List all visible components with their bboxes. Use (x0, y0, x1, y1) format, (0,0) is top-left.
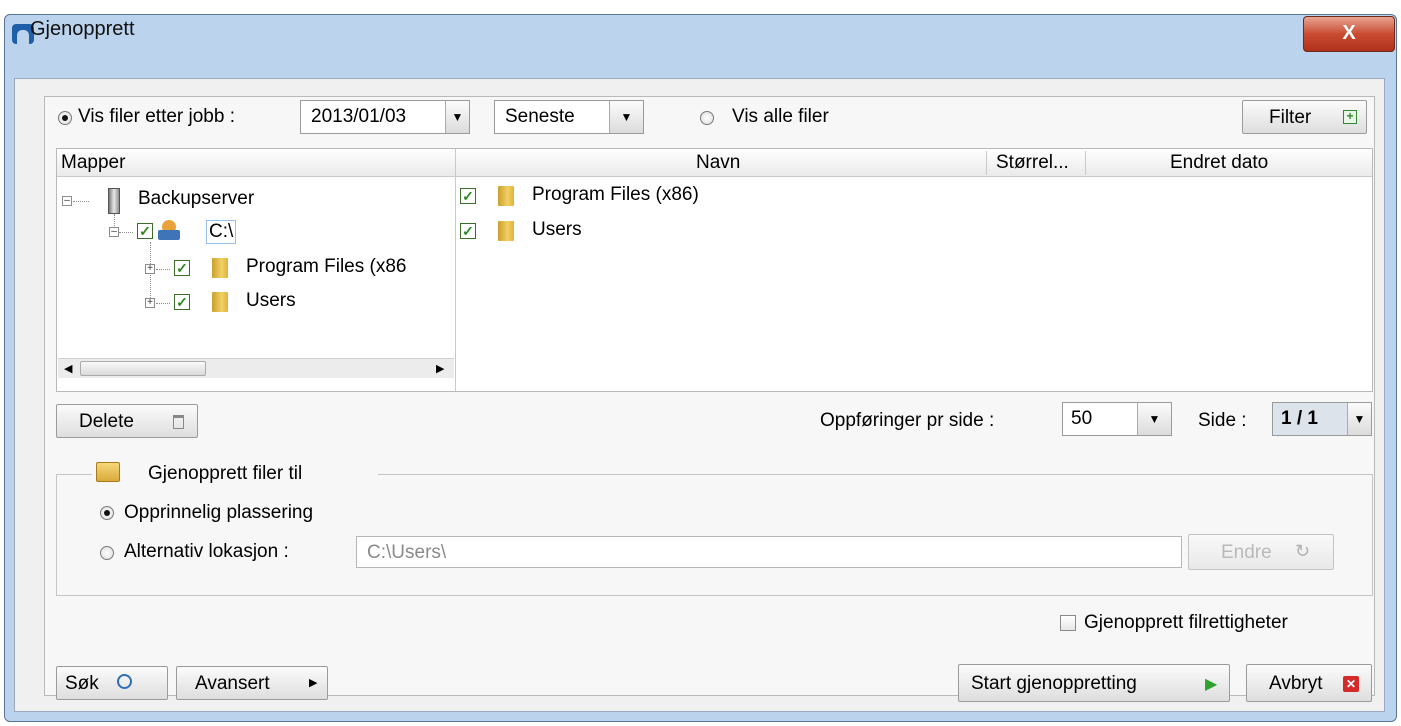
version-combo[interactable]: Seneste ▼ (494, 100, 644, 134)
drive-icon (158, 220, 180, 242)
tree-item-program-files[interactable]: Program Files (x86 (246, 256, 407, 278)
column-size[interactable]: Størrel... (996, 152, 1069, 174)
scroll-left-icon[interactable]: ◀ (64, 362, 72, 375)
tree-expand-toggle[interactable]: + (145, 264, 155, 274)
filter-button[interactable]: Filter + (1242, 100, 1367, 134)
drive-checkbox[interactable]: ✓ (137, 223, 153, 239)
alternate-location-label: Alternativ lokasjon : (124, 541, 289, 562)
page-value: 1 / 1 (1281, 408, 1318, 429)
per-page-combo[interactable]: 50 ▼ (1062, 402, 1172, 436)
play-icon: ▶ (1205, 676, 1218, 693)
chevron-down-icon: ▼ (1137, 403, 1171, 435)
cancel-label: Avbryt (1269, 673, 1323, 694)
change-button[interactable]: Endre ↻ (1188, 534, 1334, 570)
tree-item-users[interactable]: Users (246, 290, 296, 312)
tree-horizontal-scrollbar[interactable]: ◀ ▶ (58, 358, 454, 378)
restore-destination-group (56, 474, 1373, 596)
alternate-location-input[interactable]: C:\Users\ (356, 536, 1182, 568)
change-label: Endre (1221, 542, 1272, 563)
tree-collapse-toggle[interactable]: – (109, 227, 119, 237)
permissions-label: Gjenopprett filrettigheter (1084, 612, 1288, 633)
tree-drive-label[interactable]: C:\ (206, 220, 237, 244)
delete-button[interactable]: Delete (56, 404, 198, 438)
close-icon: X (1342, 22, 1356, 44)
chevron-down-icon: ▼ (445, 101, 469, 133)
by-job-radio[interactable] (58, 111, 72, 125)
chevron-down-icon: ▼ (1347, 403, 1371, 435)
filter-label: Filter (1269, 107, 1312, 128)
folder-open-icon (96, 462, 120, 482)
program-files-tree-checkbox[interactable]: ✓ (174, 260, 190, 276)
chevron-down-icon: ▼ (609, 101, 643, 133)
arrow-right-icon: ▶ (309, 677, 318, 689)
close-button[interactable]: X (1303, 16, 1395, 52)
start-restore-button[interactable]: Start gjenoppretting ▶ (958, 664, 1230, 702)
advanced-label: Avansert (195, 673, 270, 694)
scroll-right-icon[interactable]: ▶ (436, 362, 444, 375)
page-label: Side : (1198, 410, 1247, 431)
folder-icon (498, 221, 514, 241)
file-row-name[interactable]: Users (532, 219, 582, 241)
folder-icon (498, 186, 514, 206)
original-location-radio[interactable] (100, 506, 114, 520)
group-title: Gjenopprett filer til (148, 463, 303, 484)
trash-icon (173, 415, 184, 429)
tree-collapse-toggle[interactable]: – (62, 196, 72, 206)
folder-icon (212, 258, 228, 278)
alternate-location-radio[interactable] (100, 546, 114, 560)
scrollbar-thumb[interactable] (80, 361, 206, 376)
tree-server-label[interactable]: Backupserver (138, 188, 254, 210)
folder-icon (212, 292, 228, 312)
page-combo[interactable]: 1 / 1 ▼ (1272, 402, 1372, 436)
server-icon (108, 188, 120, 214)
users-tree-checkbox[interactable]: ✓ (174, 294, 190, 310)
per-page-value: 50 (1071, 408, 1093, 429)
permissions-checkbox[interactable] (1060, 615, 1076, 631)
alternate-location-value: C:\Users\ (367, 542, 447, 563)
search-label: Søk (65, 673, 99, 694)
all-files-label: Vis alle filer (732, 106, 829, 127)
tree-header-label: Mapper (61, 152, 126, 173)
refresh-icon: ↻ (1295, 541, 1311, 561)
file-row-name[interactable]: Program Files (x86) (532, 184, 699, 206)
pane-divider[interactable] (455, 149, 456, 391)
all-files-radio[interactable] (700, 111, 714, 125)
delete-label: Delete (79, 411, 134, 432)
users-checkbox[interactable]: ✓ (460, 223, 476, 239)
job-date-combo[interactable]: 2013/01/03 ▼ (300, 100, 470, 134)
start-restore-label: Start gjenoppretting (971, 673, 1137, 694)
tree-expand-toggle[interactable]: + (145, 298, 155, 308)
window-title: Gjenopprett (30, 18, 135, 40)
search-button[interactable]: Søk (56, 666, 168, 700)
cancel-icon: ✕ (1343, 676, 1359, 692)
filter-add-icon: + (1343, 110, 1357, 124)
column-modified[interactable]: Endret dato (1170, 152, 1268, 174)
version-value: Seneste (505, 106, 575, 127)
by-job-label: Vis filer etter jobb : (78, 106, 236, 127)
per-page-label: Oppføringer pr side : (820, 410, 995, 431)
program-files-checkbox[interactable]: ✓ (460, 188, 476, 204)
tree-header: Mapper (57, 149, 455, 177)
search-icon (117, 674, 132, 689)
job-date-value: 2013/01/03 (311, 106, 407, 127)
original-location-label: Opprinnelig plassering (124, 502, 314, 523)
column-name[interactable]: Navn (696, 152, 740, 174)
cancel-button[interactable]: Avbryt ✕ (1246, 664, 1372, 702)
advanced-button[interactable]: Avansert ▶ (176, 666, 328, 700)
